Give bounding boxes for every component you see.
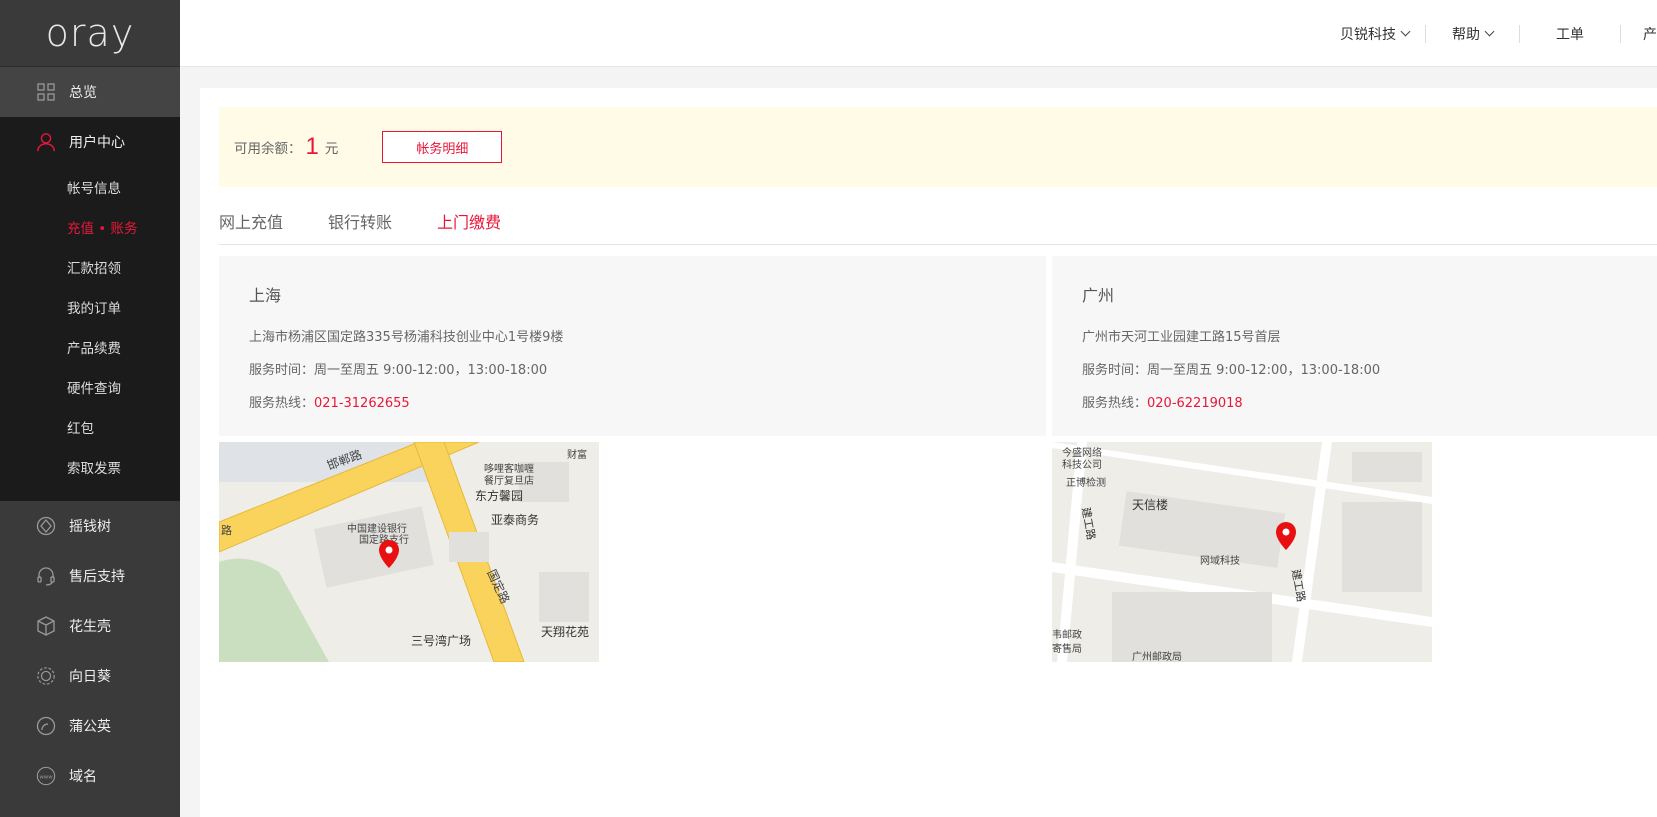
grid-icon — [36, 82, 56, 102]
map-label: 今盛网络 — [1062, 446, 1102, 459]
hotline-number[interactable]: 020-62219018 — [1147, 396, 1243, 411]
nav-user-center-label: 用户中心 — [69, 135, 125, 151]
nav-sunflower[interactable]: 向日葵 — [0, 651, 180, 701]
hotline-number[interactable]: 021-31262655 — [314, 396, 410, 411]
hours-label: 服务时间： — [1082, 363, 1148, 378]
hotline-label: 服务热线： — [249, 396, 315, 411]
map-label: 亚泰商务 — [491, 512, 539, 527]
sidebar-item-recharge-billing[interactable]: 充值 • 账务 — [0, 207, 180, 247]
map-label: 网域科技 — [1200, 554, 1240, 567]
office-address: 广州市天河工业园建工路15号首层 — [1082, 330, 1281, 345]
company-label: 贝锐科技 — [1340, 26, 1396, 43]
nav-overview[interactable]: 总览 — [0, 67, 180, 117]
sidebar-item-invoice[interactable]: 索取发票 — [0, 447, 180, 487]
balance-label: 可用余额： — [234, 141, 302, 157]
office-hotline: 服务热线：020-62219018 — [1082, 392, 1627, 411]
nav-sunflower-label: 向日葵 — [69, 669, 111, 685]
sidebar-item-hardware-query[interactable]: 硬件查询 — [0, 367, 180, 407]
dandelion-icon — [36, 716, 56, 736]
account-detail-button[interactable]: 帐务明细 — [382, 131, 503, 163]
tab-online-recharge[interactable]: 网上充值 — [219, 213, 283, 245]
sidebar: oray 总览 用户中心 帐号信息 充值 • 账务 汇款招领 我的订单 产品续费… — [0, 0, 180, 817]
top-menu: 贝锐科技 帮助 工单 产 — [1324, 0, 1657, 67]
svg-text:www: www — [39, 774, 53, 780]
product-label-cut: 产 — [1643, 26, 1657, 43]
logo-area: oray — [0, 0, 180, 67]
office-shanghai: 上海 上海市杨浦区国定路335号杨浦科技创业中心1号楼9楼 服务时间：周一至周五… — [219, 256, 1046, 436]
map-shanghai[interactable]: 邯郸路 国定路 哆哩客咖喱 餐厅复旦店 东方馨园 亚泰商务 中国建设银行 国定路… — [219, 442, 599, 662]
map-label: 财富 — [567, 448, 587, 461]
peanut-shell-icon — [36, 616, 56, 636]
office-hours: 服务时间：周一至周五 9:00-12:00，13:00-18:00 — [249, 359, 1016, 378]
ticket-link[interactable]: 工单 — [1520, 24, 1620, 44]
map-label: 天信楼 — [1132, 497, 1168, 512]
map-guangzhou-canvas: 今盛网络 科技公司 正博检测 天信楼 网域科技 建工路 建工路 韦邮政 寄售局 … — [1052, 442, 1432, 662]
map-shanghai-canvas: 邯郸路 国定路 哆哩客咖喱 餐厅复旦店 东方馨园 亚泰商务 中国建设银行 国定路… — [219, 442, 599, 662]
map-label: 科技公司 — [1062, 458, 1102, 471]
hotline-label: 服务热线： — [1082, 396, 1148, 411]
map-label: 韦邮政 — [1052, 628, 1082, 641]
map-guangzhou[interactable]: 今盛网络 科技公司 正博检测 天信楼 网域科技 建工路 建工路 韦邮政 寄售局 … — [1052, 442, 1432, 662]
payment-tabs: 网上充值 银行转账 上门缴费 — [219, 213, 1657, 245]
office-address: 上海市杨浦区国定路335号杨浦科技创业中心1号楼9楼 — [249, 330, 564, 345]
sidebar-item-account-info[interactable]: 帐号信息 — [0, 167, 180, 207]
company-menu[interactable]: 贝锐科技 — [1324, 24, 1425, 44]
nav-money-tree[interactable]: 摇钱树 — [0, 501, 180, 551]
ticket-label: 工单 — [1556, 26, 1584, 43]
map-label: 餐厅复旦店 — [484, 474, 534, 487]
map-label: 寄售局 — [1052, 642, 1082, 655]
hours-label: 服务时间： — [249, 363, 315, 378]
map-label: 东方馨园 — [475, 488, 523, 503]
help-menu[interactable]: 帮助 — [1426, 24, 1519, 44]
map-label: 哆哩客咖喱 — [484, 462, 534, 475]
sidebar-item-remittance-claim[interactable]: 汇款招领 — [0, 247, 180, 287]
sidebar-item-red-packet[interactable]: 红包 — [0, 407, 180, 447]
office-guangzhou: 广州 广州市天河工业园建工路15号首层 服务时间：周一至周五 9:00-12:0… — [1052, 256, 1657, 436]
www-icon: www — [36, 766, 56, 786]
oray-logo[interactable]: oray — [46, 11, 135, 55]
sidebar-item-my-orders[interactable]: 我的订单 — [0, 287, 180, 327]
balance-bar: 可用余额： 1 元 帐务明细 — [219, 107, 1657, 187]
nav-after-sales-label: 售后支持 — [69, 569, 125, 585]
user-center-group: 用户中心 帐号信息 充值 • 账务 汇款招领 我的订单 产品续费 硬件查询 红包… — [0, 117, 180, 501]
office-hotline: 服务热线：021-31262655 — [249, 392, 1016, 411]
map-label: 正博检测 — [1066, 476, 1106, 489]
headset-icon — [36, 566, 56, 586]
nav-domain-label: 域名 — [69, 769, 97, 785]
user-icon — [36, 132, 56, 152]
nav-after-sales[interactable]: 售后支持 — [0, 551, 180, 601]
nav-dandelion[interactable]: 蒲公英 — [0, 701, 180, 751]
product-link[interactable]: 产 — [1621, 24, 1657, 44]
chevron-down-icon — [1400, 26, 1411, 37]
nav-peanut-shell-label: 花生壳 — [69, 619, 111, 635]
nav-money-tree-label: 摇钱树 — [69, 519, 111, 535]
chevron-down-icon — [1484, 26, 1495, 37]
map-label: 中国建设银行 — [347, 522, 407, 535]
topbar: 贝锐科技 帮助 工单 产 — [180, 0, 1657, 67]
tab-bank-transfer[interactable]: 银行转账 — [328, 213, 392, 245]
map-label: 天翔花苑 — [541, 624, 589, 639]
nav-dandelion-label: 蒲公英 — [69, 719, 111, 735]
help-label: 帮助 — [1452, 26, 1480, 43]
tab-onsite-payment[interactable]: 上门缴费 — [437, 213, 501, 245]
map-label: 三号湾广场 — [411, 633, 471, 648]
office-city: 上海 — [249, 286, 282, 305]
sunflower-icon — [36, 666, 56, 686]
balance-amount: 1 — [305, 133, 319, 160]
hours-value: 周一至周五 9:00-12:00，13:00-18:00 — [314, 363, 548, 378]
map-label: 路 — [221, 524, 232, 537]
hours-value: 周一至周五 9:00-12:00，13:00-18:00 — [1147, 363, 1381, 378]
nav-peanut-shell[interactable]: 花生壳 — [0, 601, 180, 651]
nav-domain[interactable]: www 域名 — [0, 751, 180, 801]
tree-icon — [36, 516, 56, 536]
nav-overview-label: 总览 — [69, 85, 97, 101]
map-label: 广州邮政局 — [1132, 650, 1182, 662]
nav-user-center[interactable]: 用户中心 — [0, 117, 180, 167]
sidebar-item-product-renewal[interactable]: 产品续费 — [0, 327, 180, 367]
main-panel: 可用余额： 1 元 帐务明细 网上充值 银行转账 上门缴费 上海 上海市杨浦区国… — [200, 88, 1657, 817]
office-city: 广州 — [1082, 286, 1115, 305]
balance-unit: 元 — [324, 141, 339, 157]
office-hours: 服务时间：周一至周五 9:00-12:00，13:00-18:00 — [1082, 359, 1627, 378]
